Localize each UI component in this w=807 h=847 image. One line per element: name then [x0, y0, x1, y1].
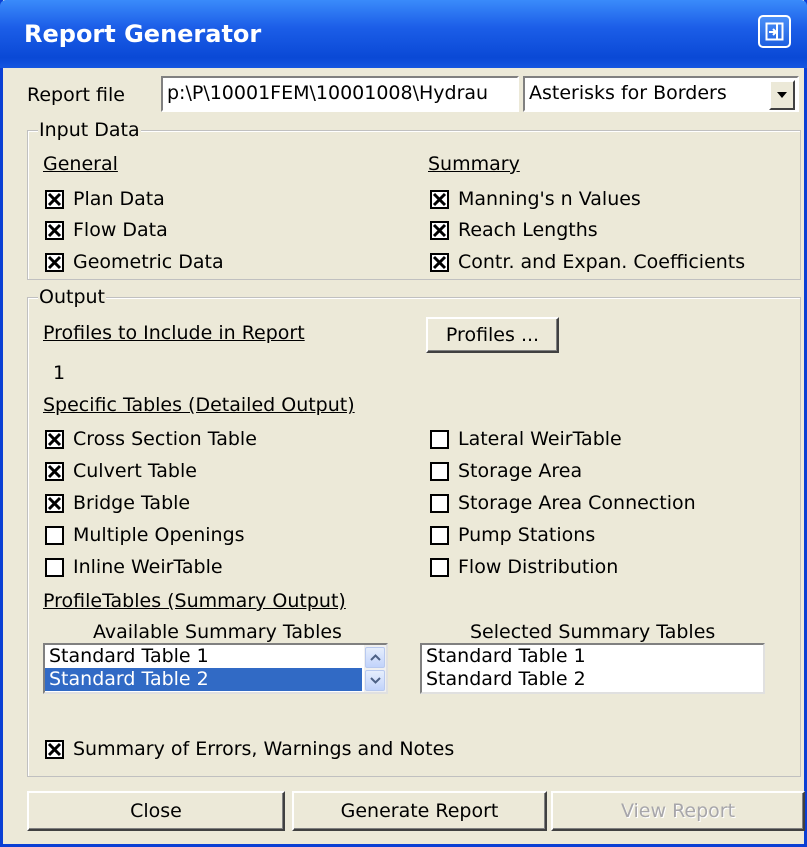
storage-area-checkbox[interactable]: Storage Area [430, 460, 582, 482]
specific-tables-heading: Specific Tables (Detailed Output) [43, 394, 355, 416]
restore-window-icon [765, 22, 784, 41]
selected-tables-list[interactable]: Standard Table 1 Standard Table 2 [420, 643, 765, 694]
plan-data-checkbox[interactable]: Plan Data [45, 188, 165, 210]
geometric-data-checkbox[interactable]: Geometric Data [45, 251, 224, 273]
window-title: Report Generator [24, 20, 262, 48]
report-file-path-input[interactable]: p:\P\10001FEM\10001008\Hydrau [161, 76, 519, 112]
close-button[interactable]: Close [27, 791, 285, 831]
restore-window-button[interactable] [758, 15, 791, 48]
scroll-down-button[interactable] [365, 670, 385, 691]
profiles-heading: Profiles to Include in Report [43, 322, 305, 344]
reach-lengths-checkbox[interactable]: Reach Lengths [430, 219, 598, 241]
plan-data-label: Plan Data [73, 188, 165, 210]
cross-section-table-label: Cross Section Table [73, 428, 257, 450]
culvert-table-checkbox[interactable]: Culvert Table [45, 460, 197, 482]
flow-distribution-checkbox[interactable]: Flow Distribution [430, 556, 618, 578]
lateral-weir-table-checkbox[interactable]: Lateral WeirTable [430, 428, 622, 450]
checkbox-box [430, 429, 449, 449]
lateral-weir-table-label: Lateral WeirTable [458, 428, 622, 450]
pump-stations-checkbox[interactable]: Pump Stations [430, 524, 595, 546]
general-heading: General [43, 153, 118, 175]
storage-area-connection-checkbox[interactable]: Storage Area Connection [430, 492, 696, 514]
selected-table-item[interactable]: Standard Table 2 [422, 668, 763, 691]
cross-section-table-checkbox[interactable]: Cross Section Table [45, 428, 257, 450]
checkbox-box [45, 493, 64, 513]
profiles-button[interactable]: Profiles ... [426, 317, 559, 353]
checkbox-box [430, 189, 449, 209]
bridge-table-label: Bridge Table [73, 492, 191, 514]
available-table-item-selected[interactable]: Standard Table 2 [45, 668, 362, 691]
input-data-title: Input Data [38, 119, 141, 141]
selected-table-item[interactable]: Standard Table 1 [422, 645, 763, 668]
output-title: Output [38, 286, 106, 308]
selected-tables-heading: Selected Summary Tables [470, 621, 716, 643]
contr-expan-label: Contr. and Expan. Coefficients [458, 251, 746, 273]
checkbox-box [430, 493, 449, 513]
title-bar: Report Generator [0, 0, 807, 68]
culvert-table-label: Culvert Table [73, 460, 197, 482]
geometric-data-label: Geometric Data [73, 251, 224, 273]
report-file-path-value: p:\P\10001FEM\10001008\Hydrau [167, 82, 489, 104]
arrow-up-icon [370, 654, 381, 661]
mannings-n-checkbox[interactable]: Manning's n Values [430, 188, 641, 210]
scroll-up-button[interactable] [365, 647, 385, 668]
bridge-table-checkbox[interactable]: Bridge Table [45, 492, 190, 514]
chevron-down-icon [777, 92, 787, 98]
summary-heading: Summary [428, 153, 520, 175]
available-tables-list[interactable]: Standard Table 1 Standard Table 2 [43, 643, 388, 694]
flow-data-checkbox[interactable]: Flow Data [45, 219, 168, 241]
border-style-select[interactable]: Asterisks for Borders [523, 76, 799, 112]
available-list-scrollbar[interactable] [364, 645, 386, 692]
checkbox-box [45, 739, 64, 759]
border-style-value: Asterisks for Borders [529, 82, 727, 104]
checkbox-box [45, 220, 64, 240]
summary-errors-checkbox[interactable]: Summary of Errors, Warnings and Notes [45, 738, 454, 760]
checkbox-box [45, 252, 64, 272]
report-generator-window: Report Generator Report file p:\P\10001F… [0, 0, 807, 847]
inline-weir-table-checkbox[interactable]: Inline WeirTable [45, 556, 223, 578]
checkbox-box [45, 429, 64, 449]
report-file-label: Report file [27, 84, 125, 106]
available-table-item[interactable]: Standard Table 1 [45, 645, 386, 668]
arrow-down-icon [370, 677, 381, 684]
checkbox-box [45, 557, 64, 577]
available-tables-heading: Available Summary Tables [93, 621, 342, 643]
checkbox-box [430, 461, 449, 481]
flow-data-label: Flow Data [73, 219, 168, 241]
checkbox-box [430, 252, 449, 272]
pump-stations-label: Pump Stations [458, 524, 596, 546]
checkbox-box [430, 220, 449, 240]
checkbox-box [430, 557, 449, 577]
reach-lengths-label: Reach Lengths [458, 219, 598, 241]
checkbox-box [45, 461, 64, 481]
checkbox-box [45, 525, 64, 545]
profile-tables-heading: ProfileTables (Summary Output) [43, 590, 346, 612]
contr-expan-checkbox[interactable]: Contr. and Expan. Coefficients [430, 251, 745, 273]
view-report-button[interactable]: View Report [551, 791, 805, 831]
mannings-n-label: Manning's n Values [458, 188, 641, 210]
checkbox-box [45, 189, 64, 209]
generate-report-button[interactable]: Generate Report [292, 791, 547, 831]
multiple-openings-checkbox[interactable]: Multiple Openings [45, 524, 245, 546]
flow-distribution-label: Flow Distribution [458, 556, 619, 578]
summary-errors-label: Summary of Errors, Warnings and Notes [73, 738, 455, 760]
profiles-value: 1 [53, 362, 66, 384]
checkbox-box [430, 525, 449, 545]
multiple-openings-label: Multiple Openings [73, 524, 245, 546]
inline-weir-table-label: Inline WeirTable [73, 556, 223, 578]
storage-area-label: Storage Area [458, 460, 583, 482]
storage-area-connection-label: Storage Area Connection [458, 492, 696, 514]
border-style-dropdown-button[interactable] [769, 80, 795, 110]
